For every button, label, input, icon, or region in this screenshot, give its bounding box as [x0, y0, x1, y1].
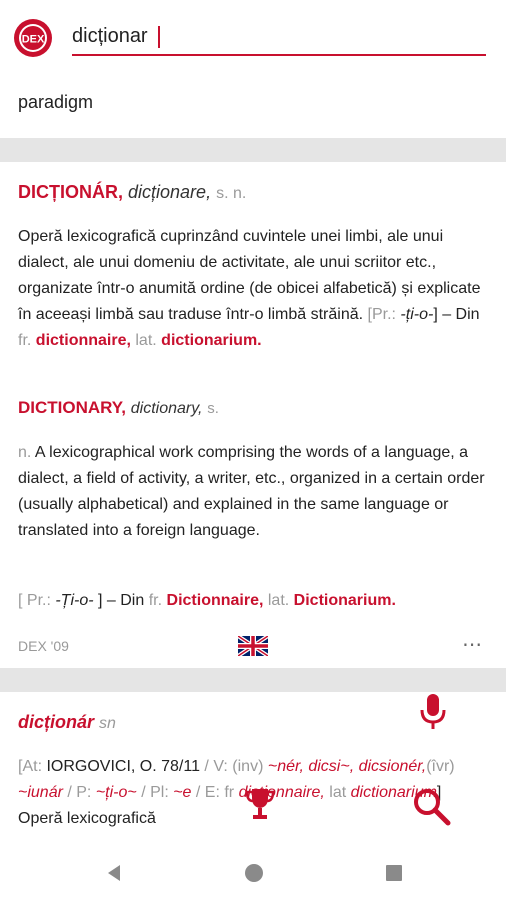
dex-logo[interactable]: DEX — [12, 17, 54, 59]
etym-word-link[interactable]: Dictionarium. — [294, 592, 396, 609]
section-separator — [0, 668, 506, 692]
variant-forms: ~iunár — [18, 784, 63, 801]
etym-pron: -Ți-o- — [55, 592, 94, 609]
entry-pos: s. n. — [216, 185, 247, 202]
definition-start: Operă lexicografică — [18, 810, 156, 827]
etym-lang: lat. — [135, 332, 157, 349]
variant-label: (îvr) — [426, 758, 455, 775]
translation-definition: n. A lexicographical work comprising the… — [18, 440, 488, 544]
system-nav-bar — [0, 850, 506, 900]
nav-back-icon[interactable] — [104, 863, 124, 883]
etym-lang: fr. — [148, 592, 163, 609]
translation-headword[interactable]: DICTIONARY, — [18, 398, 126, 417]
microphone-icon[interactable] — [418, 692, 448, 732]
suggestion-item[interactable]: paradigm — [18, 92, 93, 113]
sep-label: / P: — [62, 784, 96, 801]
etym-lang: fr. — [18, 332, 32, 349]
svg-text:DEX: DEX — [22, 34, 45, 46]
translation-headword-row: DICTIONARY, dictionary, s. — [18, 398, 219, 418]
etym-pron: -ți-o- — [400, 306, 434, 323]
nav-recents-icon[interactable] — [384, 863, 404, 883]
entry-headword-row: dicționár sn — [18, 712, 116, 733]
entry-plural: dicționare, — [128, 182, 212, 202]
search-icon[interactable] — [410, 786, 452, 828]
etym-open: [Pr.: — [367, 306, 401, 323]
etym-word-link[interactable]: dictionarium. — [161, 332, 261, 349]
etym-word-link[interactable]: dictionnaire, — [36, 332, 131, 349]
search-bar: DEX — [0, 0, 506, 76]
more-options-icon[interactable]: ⋯ — [462, 632, 483, 657]
entry-headword[interactable]: dicționár — [18, 712, 94, 732]
etym-lang: lat. — [267, 592, 290, 609]
definition-card: DICȚIONÁR, dicționare, s. n. Operă lexic… — [0, 162, 506, 668]
sep-label: / E: fr — [191, 784, 235, 801]
entry-headword-row: DICȚIONÁR, dicționare, s. n. — [18, 182, 246, 203]
translation-text: A lexicographical work comprising the wo… — [18, 444, 485, 539]
etym-open: [ Pr.: — [18, 592, 56, 609]
section-separator — [0, 138, 506, 162]
translation-etymology: [ Pr.: -Ți-o- ] – Din fr. Dictionnaire, … — [18, 588, 488, 614]
etym-close: ] – Din — [98, 592, 145, 609]
translation-pos-n: n. — [18, 444, 32, 461]
sep-label: / Pl: — [136, 784, 174, 801]
translation-plural: dictionary, — [130, 400, 203, 417]
uk-flag-icon[interactable] — [238, 636, 268, 656]
sep-label: / V: — [199, 758, 233, 775]
search-input[interactable] — [72, 22, 486, 56]
entry-headword[interactable]: DICȚIONÁR, — [18, 182, 123, 202]
entry-definition: Operă lexicografică cuprinzând cuvintele… — [18, 224, 488, 354]
at-ref: IORGOVICI, O. 78/11 — [46, 758, 200, 775]
translation-pos: s. — [207, 400, 219, 417]
entry-pos: sn — [99, 715, 116, 732]
trophy-icon[interactable] — [244, 786, 276, 822]
etym-close: ] – Din — [433, 306, 480, 323]
pronunciation: ~ți-o~ — [95, 784, 137, 801]
etym-lang: lat — [324, 784, 351, 801]
variant-forms: ~nér, dicsi~, — [267, 758, 355, 775]
variant-forms: dicsionér, — [358, 758, 427, 775]
nav-home-icon[interactable] — [243, 862, 265, 884]
source-label[interactable]: DEX '09 — [18, 638, 69, 654]
plural-form: ~e — [173, 784, 192, 801]
etym-word-link[interactable]: Dictionnaire, — [167, 592, 264, 609]
variant-label: (inv) — [232, 758, 264, 775]
text-caret — [158, 26, 160, 48]
at-open: [At: — [18, 758, 47, 775]
